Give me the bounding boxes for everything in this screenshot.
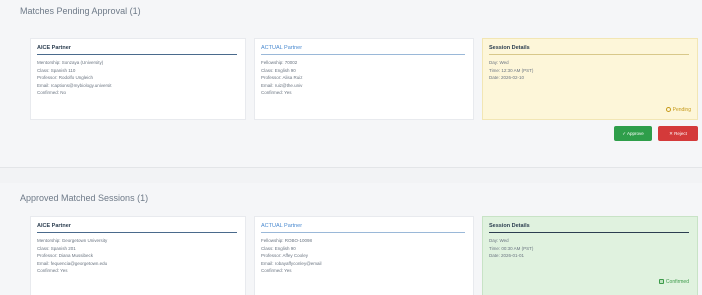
detail-line: Time: 12:30 AM (PST)	[489, 67, 534, 73]
pending-section: Matches Pending Approval (1) AICE Partne…	[0, 0, 702, 168]
detail-line: Email: rcaptions@mybiology.universit	[37, 82, 112, 88]
detail-line: Professor: Alisa Ruiz	[261, 75, 303, 80]
detail-line: Confirmed: Yes	[37, 268, 68, 273]
card-title: ACTUAL Partner	[261, 223, 303, 229]
detail-line: Date: 2026-02-10	[489, 75, 525, 80]
aice-partner-card: AICE Partner Mentorship: Georgetown Univ…	[30, 216, 246, 295]
divider	[37, 54, 237, 55]
approved-section: Approved Matched Sessions (1) AICE Partn…	[0, 183, 702, 295]
divider	[37, 232, 237, 233]
detail-line: Class: Spanish 201	[37, 245, 76, 251]
partner-details: Mentorship: Sonzaya (University) Class: …	[37, 59, 112, 97]
status-label: Confirmed	[665, 279, 689, 285]
card-title: AICE Partner	[37, 45, 71, 51]
detail-line: Confirmed: Yes	[261, 268, 292, 273]
section-title: Approved Matched Sessions (1)	[20, 193, 149, 203]
aice-partner-card: AICE Partner Mentorship: Sonzaya (Univer…	[30, 38, 246, 120]
detail-line: Class: Spanish 110	[37, 67, 76, 73]
detail-line: Email: robayaffyconley@email	[261, 260, 322, 266]
detail-line: Professor: Rodolfo Ungleich	[37, 75, 94, 80]
actual-partner-card: ACTUAL Partner Fellowship: ROBO-10098 Cl…	[254, 216, 474, 295]
detail-line: Time: 00:30 AM (PST)	[489, 245, 534, 251]
session-details-card: Session Details Day: Wed Time: 00:30 AM …	[482, 216, 698, 295]
status-badge: Pending	[665, 107, 691, 113]
divider	[489, 232, 689, 233]
check-box-icon	[658, 279, 664, 284]
section-title: Matches Pending Approval (1)	[20, 6, 141, 16]
detail-line: Day: Wed	[489, 60, 509, 65]
detail-line: Professor: Diana Mussibeck	[37, 253, 94, 258]
status-label: Pending	[672, 107, 691, 113]
partner-details: Fellowship: 70002 Class: English 90 Prof…	[261, 59, 303, 97]
detail-line: Date: 2026-01-01	[489, 253, 525, 258]
reject-button[interactable]: ✕ Reject	[658, 126, 698, 141]
partner-details: Mentorship: Georgetown University Class:…	[37, 237, 107, 275]
detail-line: Mentorship: Sonzaya (University)	[37, 60, 104, 65]
divider	[261, 54, 465, 55]
detail-line: Email: ruiz@the.univ	[261, 82, 303, 88]
status-badge: Confirmed	[658, 279, 689, 285]
partner-details: Fellowship: ROBO-10098 Class: English 90…	[261, 237, 322, 275]
detail-line: Class: English 90	[261, 67, 296, 73]
session-info: Day: Wed Time: 00:30 AM (PST) Date: 2026…	[489, 237, 533, 260]
detail-line: Class: English 90	[261, 245, 296, 251]
card-title: Session Details	[489, 45, 530, 51]
detail-line: Email: fequencia@georgetown.edu	[37, 260, 108, 266]
approve-button[interactable]: ✓ Approve	[614, 126, 652, 141]
divider	[261, 232, 465, 233]
detail-line: Mentorship: Georgetown University	[37, 238, 108, 243]
detail-line: Fellowship: 70002	[261, 60, 298, 65]
card-title: ACTUAL Partner	[261, 45, 303, 51]
actual-partner-card: ACTUAL Partner Fellowship: 70002 Class: …	[254, 38, 474, 120]
detail-line: Confirmed: No	[37, 90, 67, 95]
detail-line: Professor: Affey Cooley	[261, 253, 308, 258]
card-title: AICE Partner	[37, 223, 71, 229]
divider	[489, 54, 689, 55]
session-info: Day: Wed Time: 12:30 AM (PST) Date: 2026…	[489, 59, 533, 82]
card-title: Session Details	[489, 223, 530, 229]
session-details-card: Session Details Day: Wed Time: 12:30 AM …	[482, 38, 698, 120]
detail-line: Day: Wed	[489, 238, 509, 243]
clock-icon	[665, 107, 671, 112]
detail-line: Fellowship: ROBO-10098	[261, 238, 313, 243]
detail-line: Confirmed: Yes	[261, 90, 292, 95]
